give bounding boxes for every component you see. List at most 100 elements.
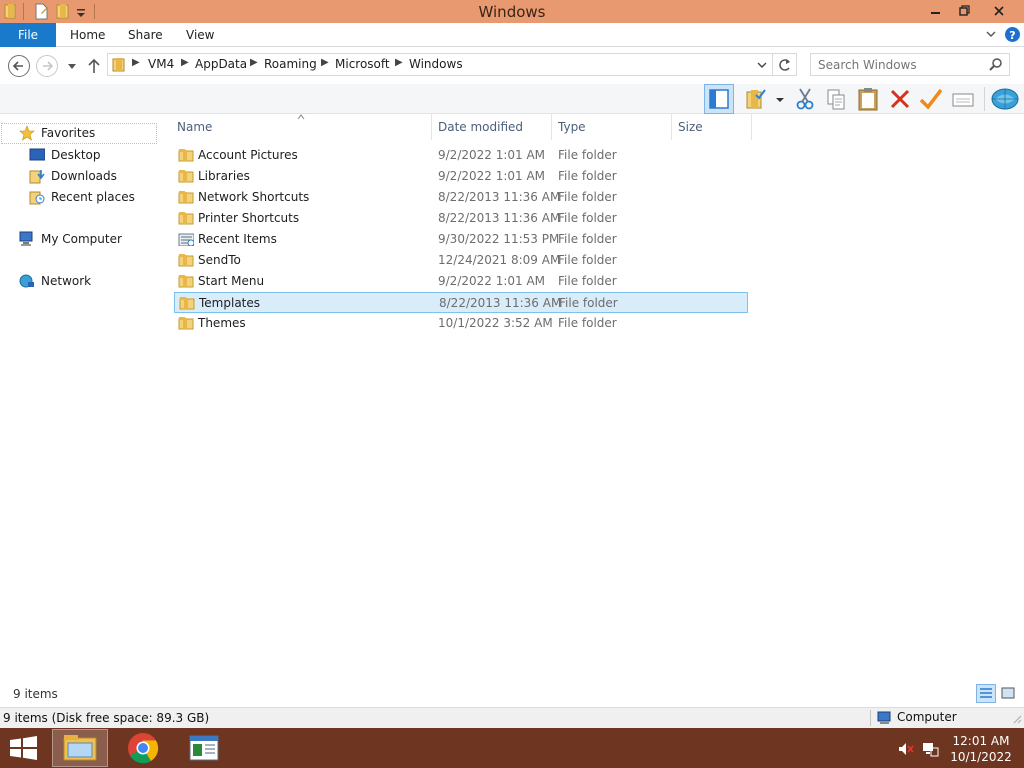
- tab-file[interactable]: File: [0, 23, 56, 47]
- paste-button[interactable]: [855, 86, 881, 112]
- copy-icon: [827, 89, 845, 110]
- start-button[interactable]: [6, 734, 40, 762]
- file-row[interactable]: Themes 10/1/2022 3:52 AM File folder: [174, 313, 748, 334]
- close-icon: [994, 6, 1004, 16]
- tab-view[interactable]: View: [186, 23, 214, 47]
- network-icon: [19, 274, 34, 288]
- file-row[interactable]: Recent Items 9/30/2022 11:53 PM File folde…: [174, 229, 748, 250]
- search-icon[interactable]: [989, 57, 1003, 71]
- folder-icon: [178, 317, 194, 330]
- nav-downloads[interactable]: Downloads: [29, 168, 149, 186]
- close-button[interactable]: [980, 0, 1018, 22]
- rename-button[interactable]: [918, 86, 944, 112]
- folder-icon: [178, 212, 194, 225]
- address-dropdown-icon[interactable]: [756, 60, 768, 70]
- file-name: Account Pictures: [198, 148, 298, 162]
- minimize-button[interactable]: [920, 0, 950, 22]
- nav-desktop[interactable]: Desktop: [29, 147, 149, 165]
- command-toolbar: [0, 84, 1024, 114]
- file-row[interactable]: SendTo 12/24/2021 8:09 AM File folder: [174, 250, 748, 271]
- file-row[interactable]: Templates 8/22/2013 11:36 AM File folder: [174, 292, 748, 313]
- ribbon-tabs: File Home Share View ?: [0, 23, 1024, 47]
- window-title: Windows: [478, 3, 546, 21]
- status-bar: 9 items (Disk free space: 89.3 GB) Compu…: [0, 707, 1024, 728]
- nav-recent-places[interactable]: Recent places: [29, 189, 154, 207]
- large-icons-view-button[interactable]: [999, 684, 1019, 703]
- delete-button[interactable]: [887, 86, 913, 112]
- file-row[interactable]: Start Menu 9/2/2022 1:01 AM File folder: [174, 271, 748, 292]
- up-arrow-icon[interactable]: [86, 57, 102, 75]
- nav-network[interactable]: Network: [19, 273, 149, 291]
- computer-icon: [19, 231, 33, 246]
- select-all-button[interactable]: [744, 86, 770, 112]
- clock-date: 10/1/2022: [950, 750, 1012, 764]
- file-row[interactable]: Network Shortcuts 8/22/2013 11:36 AM File …: [174, 187, 748, 208]
- windows-logo-icon: [10, 736, 37, 760]
- file-type: File folder: [558, 316, 617, 330]
- help-icon[interactable]: ?: [1004, 26, 1021, 43]
- tab-home[interactable]: Home: [70, 23, 105, 47]
- file-date: 9/2/2022 1:01 AM: [438, 169, 546, 183]
- folder-icon: [178, 170, 194, 183]
- breadcrumb-windows[interactable]: Windows: [409, 57, 463, 71]
- breadcrumb-vm4[interactable]: VM4: [148, 57, 174, 71]
- app-window-icon: [189, 735, 219, 761]
- file-date: 9/30/2022 11:53 PM: [438, 232, 560, 246]
- column-header-name[interactable]: Name: [177, 120, 212, 134]
- forward-button[interactable]: [36, 55, 58, 77]
- clipboard-icon: [858, 88, 878, 111]
- resize-grip-icon[interactable]: [1012, 714, 1022, 726]
- minimize-icon: [931, 12, 940, 14]
- folder-icon: [178, 254, 194, 267]
- globe-button[interactable]: [990, 86, 1020, 112]
- breadcrumb-roaming[interactable]: Roaming: [264, 57, 317, 71]
- taskbar-chrome[interactable]: [115, 729, 171, 767]
- file-name: Recent Items: [198, 232, 277, 246]
- breadcrumb-microsoft[interactable]: Microsoft: [335, 57, 390, 71]
- column-header-date[interactable]: Date modified: [438, 120, 523, 134]
- delete-x-icon: [890, 89, 910, 109]
- file-type: File folder: [558, 232, 617, 246]
- file-type: File folder: [558, 148, 617, 162]
- back-button[interactable]: [8, 55, 30, 77]
- dropdown-arrow-icon[interactable]: [775, 96, 785, 104]
- properties-button[interactable]: [950, 86, 976, 112]
- search-box[interactable]: [810, 53, 1010, 76]
- search-input[interactable]: [811, 54, 981, 75]
- preview-pane-button[interactable]: [704, 84, 734, 114]
- volume-muted-icon[interactable]: [897, 741, 915, 757]
- nav-my-computer[interactable]: My Computer: [19, 231, 149, 249]
- file-row[interactable]: Printer Shortcuts 8/22/2013 11:36 AM File …: [174, 208, 748, 229]
- file-date: 12/24/2021 8:09 AM: [438, 253, 561, 267]
- expand-ribbon-icon[interactable]: [985, 30, 997, 40]
- file-row[interactable]: Account Pictures 9/2/2022 1:01 AM File fol…: [174, 145, 748, 166]
- file-row[interactable]: Libraries 9/2/2022 1:01 AM File folder: [174, 166, 748, 187]
- globe-icon: [991, 88, 1019, 110]
- taskbar-file-explorer[interactable]: [52, 729, 108, 767]
- details-view-icon: [980, 688, 992, 698]
- file-date: 8/22/2013 11:36 AM: [438, 211, 561, 225]
- column-header-size[interactable]: Size: [678, 120, 703, 134]
- copy-button[interactable]: [823, 86, 849, 112]
- system-clock[interactable]: 12:01 AM 10/1/2022: [948, 733, 1014, 765]
- desktop-icon: [29, 148, 45, 161]
- folder-icon: [178, 149, 194, 162]
- details-view-button[interactable]: [976, 684, 996, 703]
- cut-button[interactable]: [792, 86, 818, 112]
- breadcrumb-appdata[interactable]: AppData: [195, 57, 247, 71]
- location-label: Computer: [897, 710, 957, 724]
- downloads-icon: [29, 170, 45, 184]
- taskbar-app-window[interactable]: [176, 729, 232, 767]
- nav-favorites[interactable]: Favorites: [19, 125, 149, 143]
- tab-share[interactable]: Share: [128, 23, 163, 47]
- address-bar[interactable]: ▶ VM4 ▶ AppData ▶ Roaming ▶ Microsoft ▶ …: [107, 53, 773, 76]
- file-name: Themes: [198, 316, 246, 330]
- column-header-type[interactable]: Type: [558, 120, 586, 134]
- restore-button[interactable]: [948, 0, 978, 22]
- file-date: 9/2/2022 1:01 AM: [438, 274, 546, 288]
- computer-icon: [877, 711, 891, 724]
- network-status-icon[interactable]: [921, 740, 939, 758]
- recent-locations-icon[interactable]: [66, 61, 78, 71]
- file-name: Libraries: [198, 169, 250, 183]
- refresh-button[interactable]: [773, 53, 797, 76]
